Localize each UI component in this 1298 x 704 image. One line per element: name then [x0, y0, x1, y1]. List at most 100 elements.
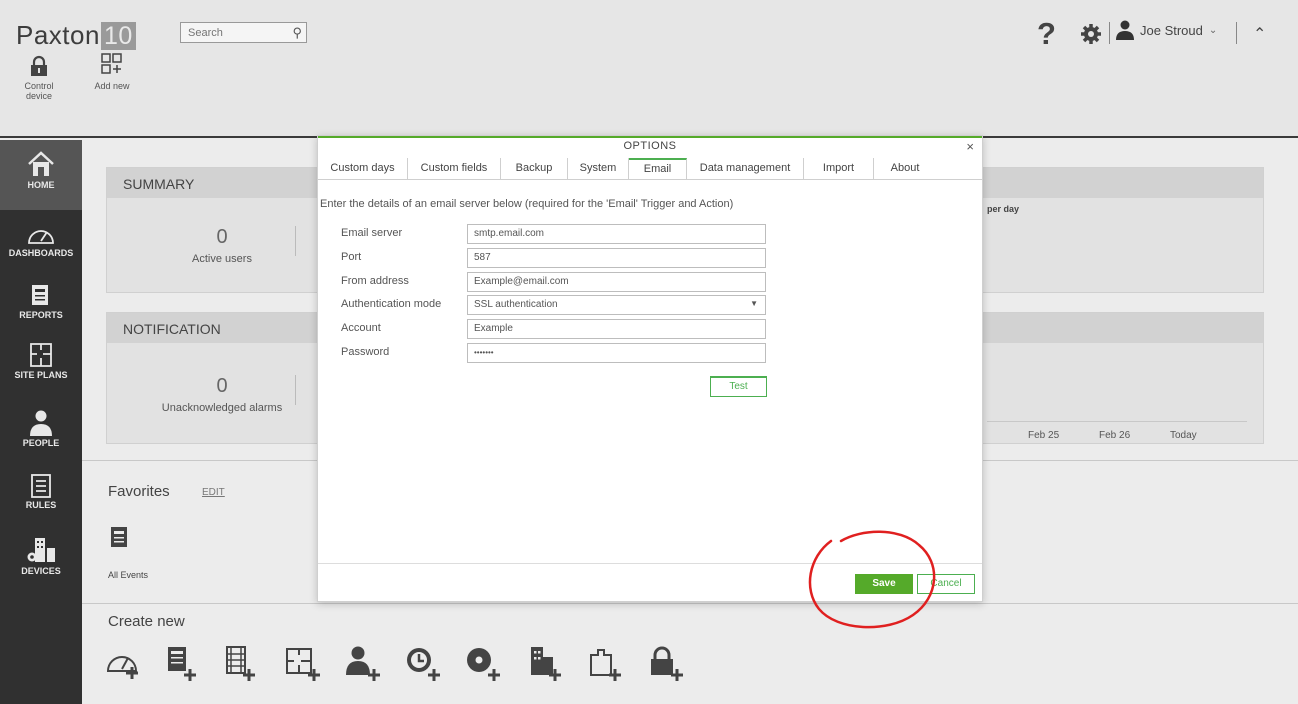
add-new-button[interactable]: Add new	[92, 52, 132, 91]
control-device-button[interactable]: Control device	[14, 55, 64, 101]
user-icon	[1116, 20, 1134, 40]
rules-icon	[31, 474, 51, 498]
report-add-icon[interactable]	[164, 645, 198, 681]
account-label: Account	[341, 322, 381, 334]
dropdown-arrow-icon: ▼	[750, 299, 758, 308]
sidebar-item-reports[interactable]: REPORTS	[0, 284, 82, 320]
chevron-down-icon: ⌄	[1208, 24, 1218, 36]
system-rule-add-icon[interactable]	[587, 645, 623, 681]
time-profile-add-icon[interactable]	[404, 645, 440, 681]
chart-x-label: Feb 25	[1028, 430, 1060, 441]
toolbar-divider	[1236, 22, 1237, 44]
sidebar-item-label: PEOPLE	[22, 438, 60, 448]
video-report-add-icon[interactable]	[222, 645, 256, 681]
options-dialog: OPTIONS × Custom days Custom fields Back…	[317, 135, 983, 602]
add-new-label: Add new	[94, 81, 130, 91]
active-users-stat[interactable]: 0 Active users	[147, 226, 297, 265]
dashboard-add-icon[interactable]	[104, 645, 140, 679]
add-new-icon	[101, 53, 122, 74]
home-icon	[28, 151, 54, 176]
sidebar-item-people[interactable]: PEOPLE	[0, 410, 82, 448]
divider	[295, 226, 296, 256]
help-icon[interactable]: ?	[1037, 16, 1056, 52]
favorite-item-all-events[interactable]	[110, 526, 130, 555]
search-icon[interactable]: ⚲	[292, 25, 302, 41]
top-bar: Paxton10 ⚲ Control device Add new ?	[0, 0, 1298, 138]
tab-import[interactable]: Import	[804, 158, 874, 180]
save-button[interactable]: Save	[855, 574, 913, 594]
cancel-button[interactable]: Cancel	[917, 574, 975, 594]
sidebar-item-label: HOME	[27, 180, 55, 190]
close-icon[interactable]: ×	[966, 139, 974, 154]
control-device-label: Control device	[24, 81, 54, 101]
toolbar-divider	[1109, 22, 1110, 44]
auth-mode-select[interactable]: SSL authentication ▼	[467, 295, 766, 315]
sidebar-item-label: SITE PLANS	[14, 370, 68, 380]
building-add-icon[interactable]	[527, 645, 563, 681]
device-add-icon[interactable]	[647, 645, 683, 681]
search-input[interactable]	[181, 23, 281, 43]
email-server-label: Email server	[341, 227, 403, 239]
app-version: 10	[100, 22, 136, 50]
password-label: Password	[341, 346, 390, 358]
sidebar-item-rules[interactable]: RULES	[0, 474, 82, 510]
auth-mode-value: SSL authentication	[474, 299, 558, 310]
alarm-label: Unacknowledged alarms	[161, 402, 283, 414]
app-name: Paxton	[16, 20, 100, 50]
sidebar-item-site-plans[interactable]: SITE PLANS	[0, 342, 82, 380]
user-name: Joe Stroud	[1140, 22, 1203, 38]
alarm-count: 0	[216, 375, 228, 397]
test-button[interactable]: Test	[710, 376, 767, 397]
user-menu[interactable]: Joe Stroud ⌄	[1116, 20, 1217, 40]
tab-data-management[interactable]: Data management	[687, 158, 804, 180]
from-address-input[interactable]: Example@email.com	[467, 272, 766, 292]
person-add-icon[interactable]	[344, 645, 380, 681]
auth-mode-label: Authentication mode	[341, 298, 442, 310]
sidebar-item-label: RULES	[25, 500, 57, 510]
software-add-icon[interactable]	[464, 645, 500, 681]
create-new-title: Create new	[108, 613, 185, 630]
person-icon	[30, 410, 52, 436]
tab-system[interactable]: System	[568, 158, 629, 180]
search-box[interactable]: ⚲	[180, 22, 307, 43]
chart-x-label: Today	[1170, 430, 1197, 441]
gear-icon[interactable]	[1080, 23, 1102, 45]
favorites-title: Favorites	[108, 483, 170, 500]
email-server-input[interactable]: smtp.email.com	[467, 224, 766, 244]
favorite-item-label[interactable]: All Events	[108, 570, 148, 580]
email-intro-text: Enter the details of an email server bel…	[320, 198, 734, 210]
tab-custom-fields[interactable]: Custom fields	[408, 158, 501, 180]
active-users-count: 0	[216, 226, 228, 248]
sidebar-item-home[interactable]: HOME	[0, 140, 82, 210]
tab-email[interactable]: Email	[629, 158, 687, 180]
chevron-up-icon[interactable]: ⌃	[1253, 24, 1266, 44]
report-icon	[32, 285, 48, 305]
tab-about[interactable]: About	[874, 158, 936, 180]
site-plan-add-icon[interactable]	[284, 645, 320, 681]
favorites-edit-link[interactable]: EDIT	[202, 487, 225, 498]
dialog-footer-divider	[318, 563, 982, 564]
sidebar: HOME DASHBOARDS REPORTS SITE PLANS PEOPL…	[0, 140, 82, 704]
unacknowledged-alarms-stat[interactable]: 0 Unacknowledged alarms	[132, 375, 312, 414]
chart-title: per day	[987, 204, 1020, 214]
sidebar-item-label: REPORTS	[19, 310, 63, 320]
port-input[interactable]: 587	[467, 248, 766, 268]
password-input[interactable]: •••••••	[467, 343, 766, 363]
dialog-accent-bar	[318, 136, 982, 138]
port-label: Port	[341, 251, 362, 263]
lock-icon	[31, 55, 47, 76]
from-address-label: From address	[341, 275, 409, 287]
account-input[interactable]: Example	[467, 319, 766, 339]
divider	[295, 375, 296, 405]
tab-backup[interactable]: Backup	[501, 158, 568, 180]
sidebar-item-dashboards[interactable]: DASHBOARDS	[0, 224, 82, 258]
sidebar-item-label: DEVICES	[21, 566, 61, 576]
tab-custom-days[interactable]: Custom days	[318, 158, 408, 180]
report-icon	[111, 527, 127, 547]
active-users-label: Active users	[192, 253, 252, 265]
app-logo: Paxton 10	[16, 20, 136, 51]
options-tabs: Custom days Custom fields Backup System …	[318, 158, 982, 180]
sidebar-item-devices[interactable]: DEVICES	[0, 536, 82, 576]
chart-x-label: Feb 26	[1099, 430, 1131, 441]
sidebar-item-label: DASHBOARDS	[8, 248, 74, 258]
